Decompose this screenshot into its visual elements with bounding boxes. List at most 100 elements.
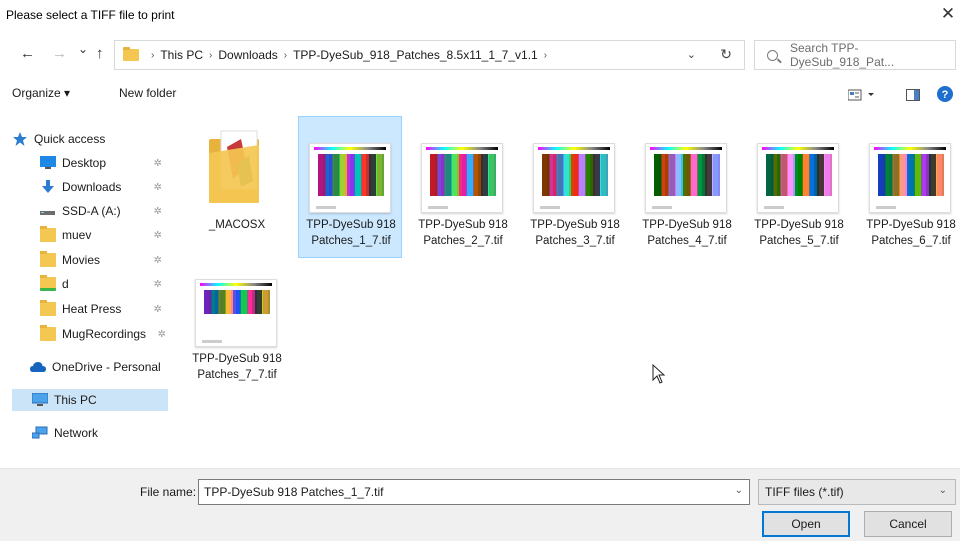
breadcrumb-separator: › bbox=[283, 49, 288, 61]
list-item-patches-6[interactable]: TPP-DyeSub 918 Patches_6_7.tif bbox=[858, 116, 960, 258]
sidebar-item-onedrive[interactable]: OneDrive - Personal bbox=[30, 356, 168, 378]
search-input[interactable]: Search TPP-DyeSub_918_Pat... bbox=[754, 40, 956, 70]
desktop-icon bbox=[40, 156, 56, 170]
sidebar-item-movies[interactable]: Movies ✲ bbox=[40, 249, 168, 271]
tif-thumbnail bbox=[195, 279, 277, 347]
folder-icon bbox=[40, 251, 56, 267]
cloud-icon bbox=[30, 360, 46, 374]
close-icon[interactable]: ✕ bbox=[936, 4, 960, 24]
file-type-value: TIFF files (*.tif) bbox=[765, 485, 844, 499]
title-bar: Please select a TIFF file to print ✕ bbox=[0, 0, 960, 30]
list-item-patches-5[interactable]: TPP-DyeSub 918 Patches_5_7.tif bbox=[746, 116, 850, 258]
file-name-line2: Patches_6_7.tif bbox=[871, 235, 951, 247]
sidebar-item-downloads[interactable]: Downloads ✲ bbox=[40, 176, 168, 198]
search-icon bbox=[767, 49, 778, 61]
file-name-line2: Patches_3_7.tif bbox=[535, 235, 615, 247]
file-name-line1: TPP-DyeSub 918 bbox=[530, 219, 620, 231]
breadcrumb-separator[interactable]: › bbox=[544, 50, 547, 61]
star-icon bbox=[12, 132, 28, 146]
folder-icon bbox=[40, 226, 56, 242]
tif-thumbnail bbox=[309, 143, 391, 213]
sidebar-item-network[interactable]: Network bbox=[31, 422, 168, 444]
sidebar-item-d[interactable]: d ✲ bbox=[40, 273, 168, 295]
list-item-patches-3[interactable]: TPP-DyeSub 918 Patches_3_7.tif bbox=[522, 116, 626, 258]
sidebar-item-heat-press[interactable]: Heat Press ✲ bbox=[40, 298, 168, 320]
list-item-patches-7[interactable]: TPP-DyeSub 918 Patches_7_7.tif bbox=[184, 258, 288, 400]
breadcrumb-current-folder[interactable]: TPP-DyeSub_918_Patches_8.5x11_1_7_v1.1 bbox=[293, 48, 538, 62]
pin-icon[interactable]: ✲ bbox=[154, 230, 162, 241]
tif-thumbnail bbox=[757, 143, 839, 213]
command-bar: Organize ▾ New folder ? bbox=[0, 78, 960, 108]
file-name-line2: Patches_4_7.tif bbox=[647, 235, 727, 247]
breadcrumb-downloads[interactable]: Downloads bbox=[218, 48, 277, 62]
address-bar[interactable]: › This PC › Downloads › TPP-DyeSub_918_P… bbox=[114, 40, 745, 70]
tif-thumbnail bbox=[421, 143, 503, 213]
pin-icon[interactable]: ✲ bbox=[154, 255, 162, 266]
file-name-value: TPP-DyeSub 918 Patches_1_7.tif bbox=[204, 485, 384, 499]
chevron-down-icon: ⌄ bbox=[938, 485, 947, 496]
file-name-line1: TPP-DyeSub 918 bbox=[306, 219, 396, 231]
sidebar-item-desktop[interactable]: Desktop ✲ bbox=[40, 152, 168, 174]
pin-icon[interactable]: ✲ bbox=[158, 329, 166, 340]
sidebar-item-mugrecordings[interactable]: MugRecordings ✲ bbox=[40, 323, 168, 345]
list-item-patches-4[interactable]: TPP-DyeSub 918 Patches_4_7.tif bbox=[634, 116, 738, 258]
pin-icon[interactable]: ✲ bbox=[154, 206, 162, 217]
breadcrumb-separator: › bbox=[151, 49, 155, 61]
folder-icon bbox=[123, 47, 139, 61]
address-row: ← → ⌄ ↑ › This PC › Downloads › TPP-DyeS… bbox=[0, 38, 960, 70]
file-name-line2: Patches_1_7.tif bbox=[311, 235, 391, 247]
sidebar-item-this-pc[interactable]: This PC bbox=[12, 389, 168, 411]
chevron-down-icon[interactable]: ⌄ bbox=[687, 48, 696, 61]
navigation-pane: Quick access Desktop ✲ Downloads ✲ SSD-A… bbox=[0, 116, 176, 468]
forward-arrow-icon[interactable]: → bbox=[52, 45, 67, 62]
file-name-input[interactable]: TPP-DyeSub 918 Patches_1_7.tif ⌄ bbox=[198, 479, 750, 505]
cancel-button[interactable]: Cancel bbox=[864, 511, 952, 537]
new-folder-button[interactable]: New folder bbox=[119, 86, 176, 100]
tif-thumbnail bbox=[869, 143, 951, 213]
file-name: _MACOSX bbox=[208, 219, 266, 231]
drive-icon bbox=[40, 204, 56, 218]
file-type-select[interactable]: TIFF files (*.tif) ⌄ bbox=[758, 479, 956, 505]
pin-icon[interactable]: ✲ bbox=[154, 158, 162, 169]
breadcrumb-this-pc[interactable]: This PC bbox=[160, 48, 203, 62]
help-icon[interactable]: ? bbox=[936, 85, 954, 106]
list-item-patches-2[interactable]: TPP-DyeSub 918 Patches_2_7.tif bbox=[410, 116, 514, 258]
change-view-icon[interactable] bbox=[847, 89, 874, 104]
file-name-bar: File name: TPP-DyeSub 918 Patches_1_7.ti… bbox=[0, 468, 960, 541]
file-name-line2: Patches_7_7.tif bbox=[197, 369, 277, 381]
folder-icon bbox=[40, 325, 56, 341]
file-name-line1: TPP-DyeSub 918 bbox=[754, 219, 844, 231]
pin-icon[interactable]: ✲ bbox=[154, 304, 162, 315]
chevron-down-icon[interactable]: ⌄ bbox=[735, 485, 743, 496]
refresh-icon[interactable]: ↻ bbox=[720, 46, 732, 63]
sidebar-item-quick-access[interactable]: Quick access bbox=[12, 128, 168, 150]
tif-thumbnail bbox=[645, 143, 727, 213]
file-name-line1: TPP-DyeSub 918 bbox=[418, 219, 508, 231]
open-button[interactable]: Open bbox=[762, 511, 850, 537]
organize-button[interactable]: Organize ▾ bbox=[12, 86, 70, 100]
file-list: _MACOSX TPP-DyeSub 918 Patches_1_7.tif TP… bbox=[176, 108, 960, 468]
file-name-label: File name: bbox=[140, 485, 197, 499]
up-arrow-icon[interactable]: ↑ bbox=[96, 45, 104, 62]
recent-locations-icon[interactable]: ⌄ bbox=[78, 42, 88, 56]
file-name-line2: Patches_5_7.tif bbox=[759, 235, 839, 247]
computer-icon bbox=[31, 392, 49, 407]
back-arrow-icon[interactable]: ← bbox=[20, 45, 35, 62]
list-item-folder-macosx[interactable]: _MACOSX bbox=[184, 116, 288, 258]
window-title: Please select a TIFF file to print bbox=[6, 8, 175, 22]
network-icon bbox=[31, 426, 48, 440]
folder-icon bbox=[209, 130, 259, 203]
search-placeholder: Search TPP-DyeSub_918_Pat... bbox=[790, 41, 895, 69]
folder-icon bbox=[40, 275, 56, 291]
pin-icon[interactable]: ✲ bbox=[154, 279, 162, 290]
mouse-cursor-icon bbox=[652, 364, 666, 384]
download-arrow-icon bbox=[40, 180, 56, 194]
tif-thumbnail bbox=[533, 143, 615, 213]
preview-pane-icon[interactable] bbox=[906, 89, 920, 104]
list-item-patches-1[interactable]: TPP-DyeSub 918 Patches_1_7.tif bbox=[298, 116, 402, 258]
svg-text:?: ? bbox=[942, 89, 949, 101]
pin-icon[interactable]: ✲ bbox=[154, 182, 162, 193]
sidebar-item-muev[interactable]: muev ✲ bbox=[40, 224, 168, 246]
file-name-line1: TPP-DyeSub 918 bbox=[642, 219, 732, 231]
sidebar-item-ssd-a[interactable]: SSD-A (A:) ✲ bbox=[40, 200, 168, 222]
